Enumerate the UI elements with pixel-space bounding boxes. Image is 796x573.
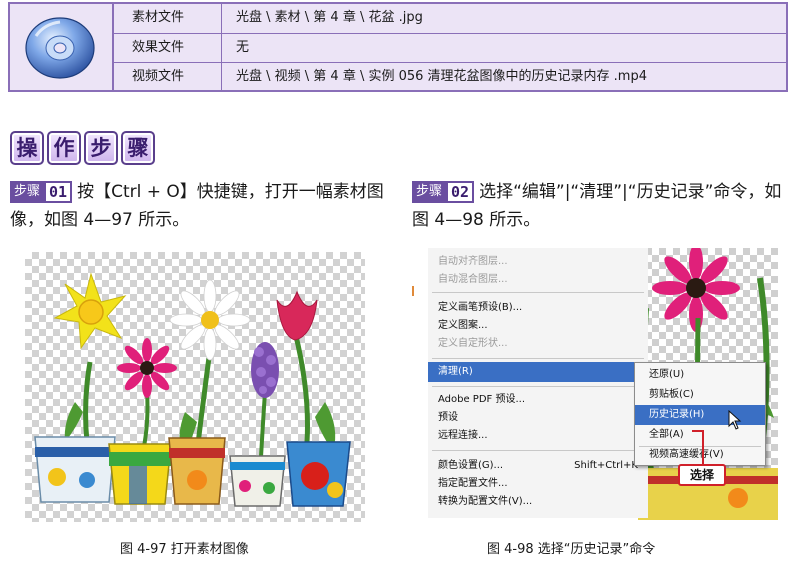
info-row-source-file: 素材文件 光盘 \ 素材 \ 第 4 章 \ 花盆 .jpg <box>114 4 786 33</box>
menu-item-convert-to-profile[interactable]: 转换为配置文件(V)... <box>428 492 648 512</box>
submenu-item-histories[interactable]: 历史记录(H) <box>635 405 765 425</box>
menu-item-label: 指定配置文件... <box>438 478 508 489</box>
white-daisy-flower <box>169 279 251 361</box>
step-badge-number: 02 <box>446 181 475 203</box>
mouse-pointer-icon <box>728 410 742 430</box>
figure-edit-menu-screenshot: 自动对齐图层... 自动混合图层... 定义画笔预设(B)... 定义图案...… <box>412 248 778 520</box>
disc-cell <box>10 4 114 90</box>
info-row-video-file: 视频文件 光盘 \ 视频 \ 第 4 章 \ 实例 056 清理花盆图像中的历史… <box>114 62 786 90</box>
pink-gerbera-flower <box>117 338 177 398</box>
resource-info-table: 素材文件 光盘 \ 素材 \ 第 4 章 \ 花盆 .jpg 效果文件 无 视频… <box>8 2 788 92</box>
menu-item-label: 定义图案... <box>438 320 488 331</box>
daffodil-flower <box>53 272 127 350</box>
submenu-item-clipboard[interactable]: 剪贴板(C) <box>635 385 765 405</box>
submenu-item-label: 视频高速缓存(V) <box>649 449 724 460</box>
info-value: 光盘 \ 素材 \ 第 4 章 \ 花盆 .jpg <box>236 10 423 25</box>
menu-item-define-custom-shape: 定义自定形状... <box>428 334 648 354</box>
figure-flower-pots-image <box>25 252 365 522</box>
menu-separator <box>432 386 644 387</box>
menu-item-label: 定义画笔预设(B)... <box>438 302 523 313</box>
menu-item-label: 自动对齐图层... <box>438 256 508 267</box>
menu-separator <box>432 450 644 451</box>
purple-hyacinth-flower <box>251 342 279 398</box>
purge-submenu: 还原(U) 剪贴板(C) 历史记录(H) 全部(A) 视频高速缓存(V) <box>634 362 766 466</box>
cd-disc-icon <box>25 17 95 79</box>
menu-item-remote-connections[interactable]: 远程连接... <box>428 426 648 446</box>
menu-item-label: 颜色设置(G)... <box>438 460 504 471</box>
steps-header: 操 作 步 骤 <box>10 131 155 165</box>
step-badge-label: 步骤 <box>10 181 45 203</box>
menu-item-label: 自动混合图层... <box>438 274 508 285</box>
step-1-badge: 步骤 01 <box>10 181 73 203</box>
menu-item-auto-blend-layers: 自动混合图层... <box>428 270 648 290</box>
submenu-item-label: 还原(U) <box>649 369 685 380</box>
submenu-item-video-cache[interactable]: 视频高速缓存(V) <box>635 445 765 465</box>
submenu-item-all[interactable]: 全部(A) <box>635 425 765 445</box>
info-value: 无 <box>236 40 250 55</box>
info-key: 素材文件 <box>114 4 222 33</box>
menu-item-define-pattern[interactable]: 定义图案... <box>428 316 648 336</box>
select-callout-label: 选择 <box>678 464 726 486</box>
menu-item-color-settings[interactable]: 颜色设置(G)... Shift+Ctrl+K <box>428 456 648 476</box>
step-badge-label: 步骤 <box>412 181 447 203</box>
step-1-paragraph: 步骤 01 按【Ctrl + O】快捷键，打开一幅素材图像，如图 4—97 所示… <box>10 178 390 234</box>
menu-separator <box>432 358 644 359</box>
pink-tulip-flower <box>276 290 318 341</box>
info-key: 视频文件 <box>114 63 222 90</box>
margin-tick-mark <box>412 286 414 296</box>
steps-header-char: 骤 <box>121 131 155 165</box>
menu-item-label: 清理(R) <box>438 366 473 377</box>
steps-header-char: 步 <box>84 131 118 165</box>
steps-header-char: 操 <box>10 131 44 165</box>
info-key: 效果文件 <box>114 34 222 62</box>
submenu-item-undo[interactable]: 还原(U) <box>635 365 765 385</box>
menu-shortcut: Shift+Ctrl+K <box>574 460 638 471</box>
callout-connector-line <box>702 430 704 466</box>
menu-item-label: 远程连接... <box>438 430 488 441</box>
step-2-badge: 步骤 02 <box>412 181 475 203</box>
submenu-item-label: 历史记录(H) <box>649 409 705 420</box>
figure-caption-4-97: 图 4-97 打开素材图像 <box>120 542 249 557</box>
step-badge-number: 01 <box>44 181 73 203</box>
menu-item-presets[interactable]: 预设▶ <box>428 408 648 428</box>
step-2-paragraph: 步骤 02 选择“编辑”|“清理”|“历史记录”命令，如图 4—98 所示。 <box>412 178 792 234</box>
menu-separator <box>432 292 644 293</box>
menu-item-adobe-pdf-presets[interactable]: Adobe PDF 预设... <box>428 390 648 410</box>
info-row-effect-file: 效果文件 无 <box>114 33 786 62</box>
menu-item-label: 定义自定形状... <box>438 338 508 349</box>
figure-caption-4-98: 图 4-98 选择“历史记录”命令 <box>487 542 656 557</box>
steps-header-char: 作 <box>47 131 81 165</box>
menu-item-label: Adobe PDF 预设... <box>438 394 526 405</box>
menu-item-purge[interactable]: 清理(R)▶ <box>428 362 648 382</box>
menu-item-define-brush-preset[interactable]: 定义画笔预设(B)... <box>428 298 648 318</box>
submenu-item-label: 全部(A) <box>649 429 684 440</box>
menu-item-auto-align-layers: 自动对齐图层... <box>428 252 648 272</box>
menu-item-assign-profile[interactable]: 指定配置文件... <box>428 474 648 494</box>
menu-item-label: 转换为配置文件(V)... <box>438 496 533 507</box>
info-value: 光盘 \ 视频 \ 第 4 章 \ 实例 056 清理花盆图像中的历史记录内存 … <box>236 69 647 84</box>
flower-pots <box>34 436 351 507</box>
edit-menu-panel: 自动对齐图层... 自动混合图层... 定义画笔预设(B)... 定义图案...… <box>428 248 648 518</box>
menu-item-label: 预设 <box>438 412 458 423</box>
submenu-item-label: 剪贴板(C) <box>649 389 694 400</box>
flower-pots-illustration <box>34 272 351 507</box>
